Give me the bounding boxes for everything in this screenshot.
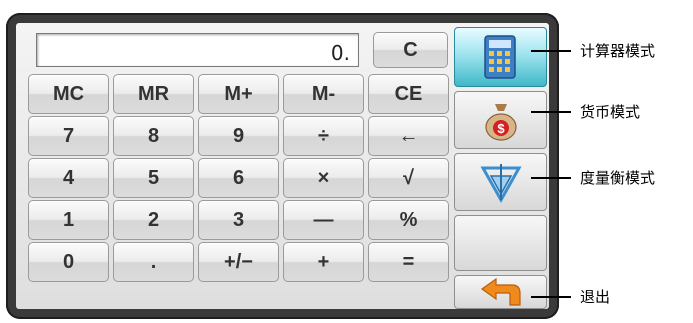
digit-8-button[interactable]: 8 (113, 116, 194, 156)
digit-5-button[interactable]: 5 (113, 158, 194, 198)
money-bag-icon: $ (484, 104, 517, 141)
square-root-button[interactable]: √ (368, 158, 449, 198)
exit-arrow-icon (480, 277, 521, 306)
exit-button[interactable] (454, 275, 547, 309)
multiply-button[interactable]: × (283, 158, 364, 198)
svg-text:$: $ (497, 121, 505, 136)
digit-3-button[interactable]: 3 (198, 200, 279, 240)
display-value: 0. (330, 41, 350, 65)
calculator-window: 0. C MC MR M+ M- CE 7 8 9 ÷ ← 4 5 6 × √ … (6, 13, 559, 319)
callout-line-measure (531, 177, 571, 179)
divide-button[interactable]: ÷ (283, 116, 364, 156)
currency-mode-button[interactable]: $ (454, 91, 547, 149)
memory-add-button[interactable]: M+ (198, 74, 279, 114)
clear-button[interactable]: C (373, 32, 448, 68)
callout-line-currency (531, 111, 571, 113)
minus-button[interactable]: — (283, 200, 364, 240)
memory-recall-button[interactable]: MR (113, 74, 194, 114)
memory-subtract-button[interactable]: M- (283, 74, 364, 114)
decimal-button[interactable]: . (113, 242, 194, 282)
percent-button[interactable]: % (368, 200, 449, 240)
callout-measure-mode: 度量衡模式 (580, 169, 656, 187)
digit-1-button[interactable]: 1 (28, 200, 109, 240)
memory-clear-button[interactable]: MC (28, 74, 109, 114)
callout-calculator-mode: 计算器模式 (580, 42, 656, 60)
calculator-mode-button[interactable] (454, 27, 547, 87)
clear-entry-button[interactable]: CE (368, 74, 449, 114)
measure-mode-button[interactable] (454, 153, 547, 211)
plus-button[interactable]: + (283, 242, 364, 282)
digit-7-button[interactable]: 7 (28, 116, 109, 156)
result-display: 0. (36, 33, 359, 67)
digit-4-button[interactable]: 4 (28, 158, 109, 198)
digit-2-button[interactable]: 2 (113, 200, 194, 240)
callout-exit: 退出 (580, 288, 611, 306)
measure-compass-icon (479, 164, 522, 204)
digit-0-button[interactable]: 0 (28, 242, 109, 282)
callout-line-calculator (531, 50, 571, 52)
calculator-panel: 0. C MC MR M+ M- CE 7 8 9 ÷ ← 4 5 6 × √ … (16, 23, 549, 309)
equals-button[interactable]: = (368, 242, 449, 282)
callout-line-exit (531, 296, 571, 298)
sign-toggle-button[interactable]: +/− (198, 242, 279, 282)
digit-9-button[interactable]: 9 (198, 116, 279, 156)
callout-currency-mode: 货币模式 (580, 103, 641, 121)
calculator-icon (483, 35, 516, 79)
digit-6-button[interactable]: 6 (198, 158, 279, 198)
blank-mode-button[interactable] (454, 215, 547, 271)
backspace-button[interactable]: ← (368, 116, 449, 156)
